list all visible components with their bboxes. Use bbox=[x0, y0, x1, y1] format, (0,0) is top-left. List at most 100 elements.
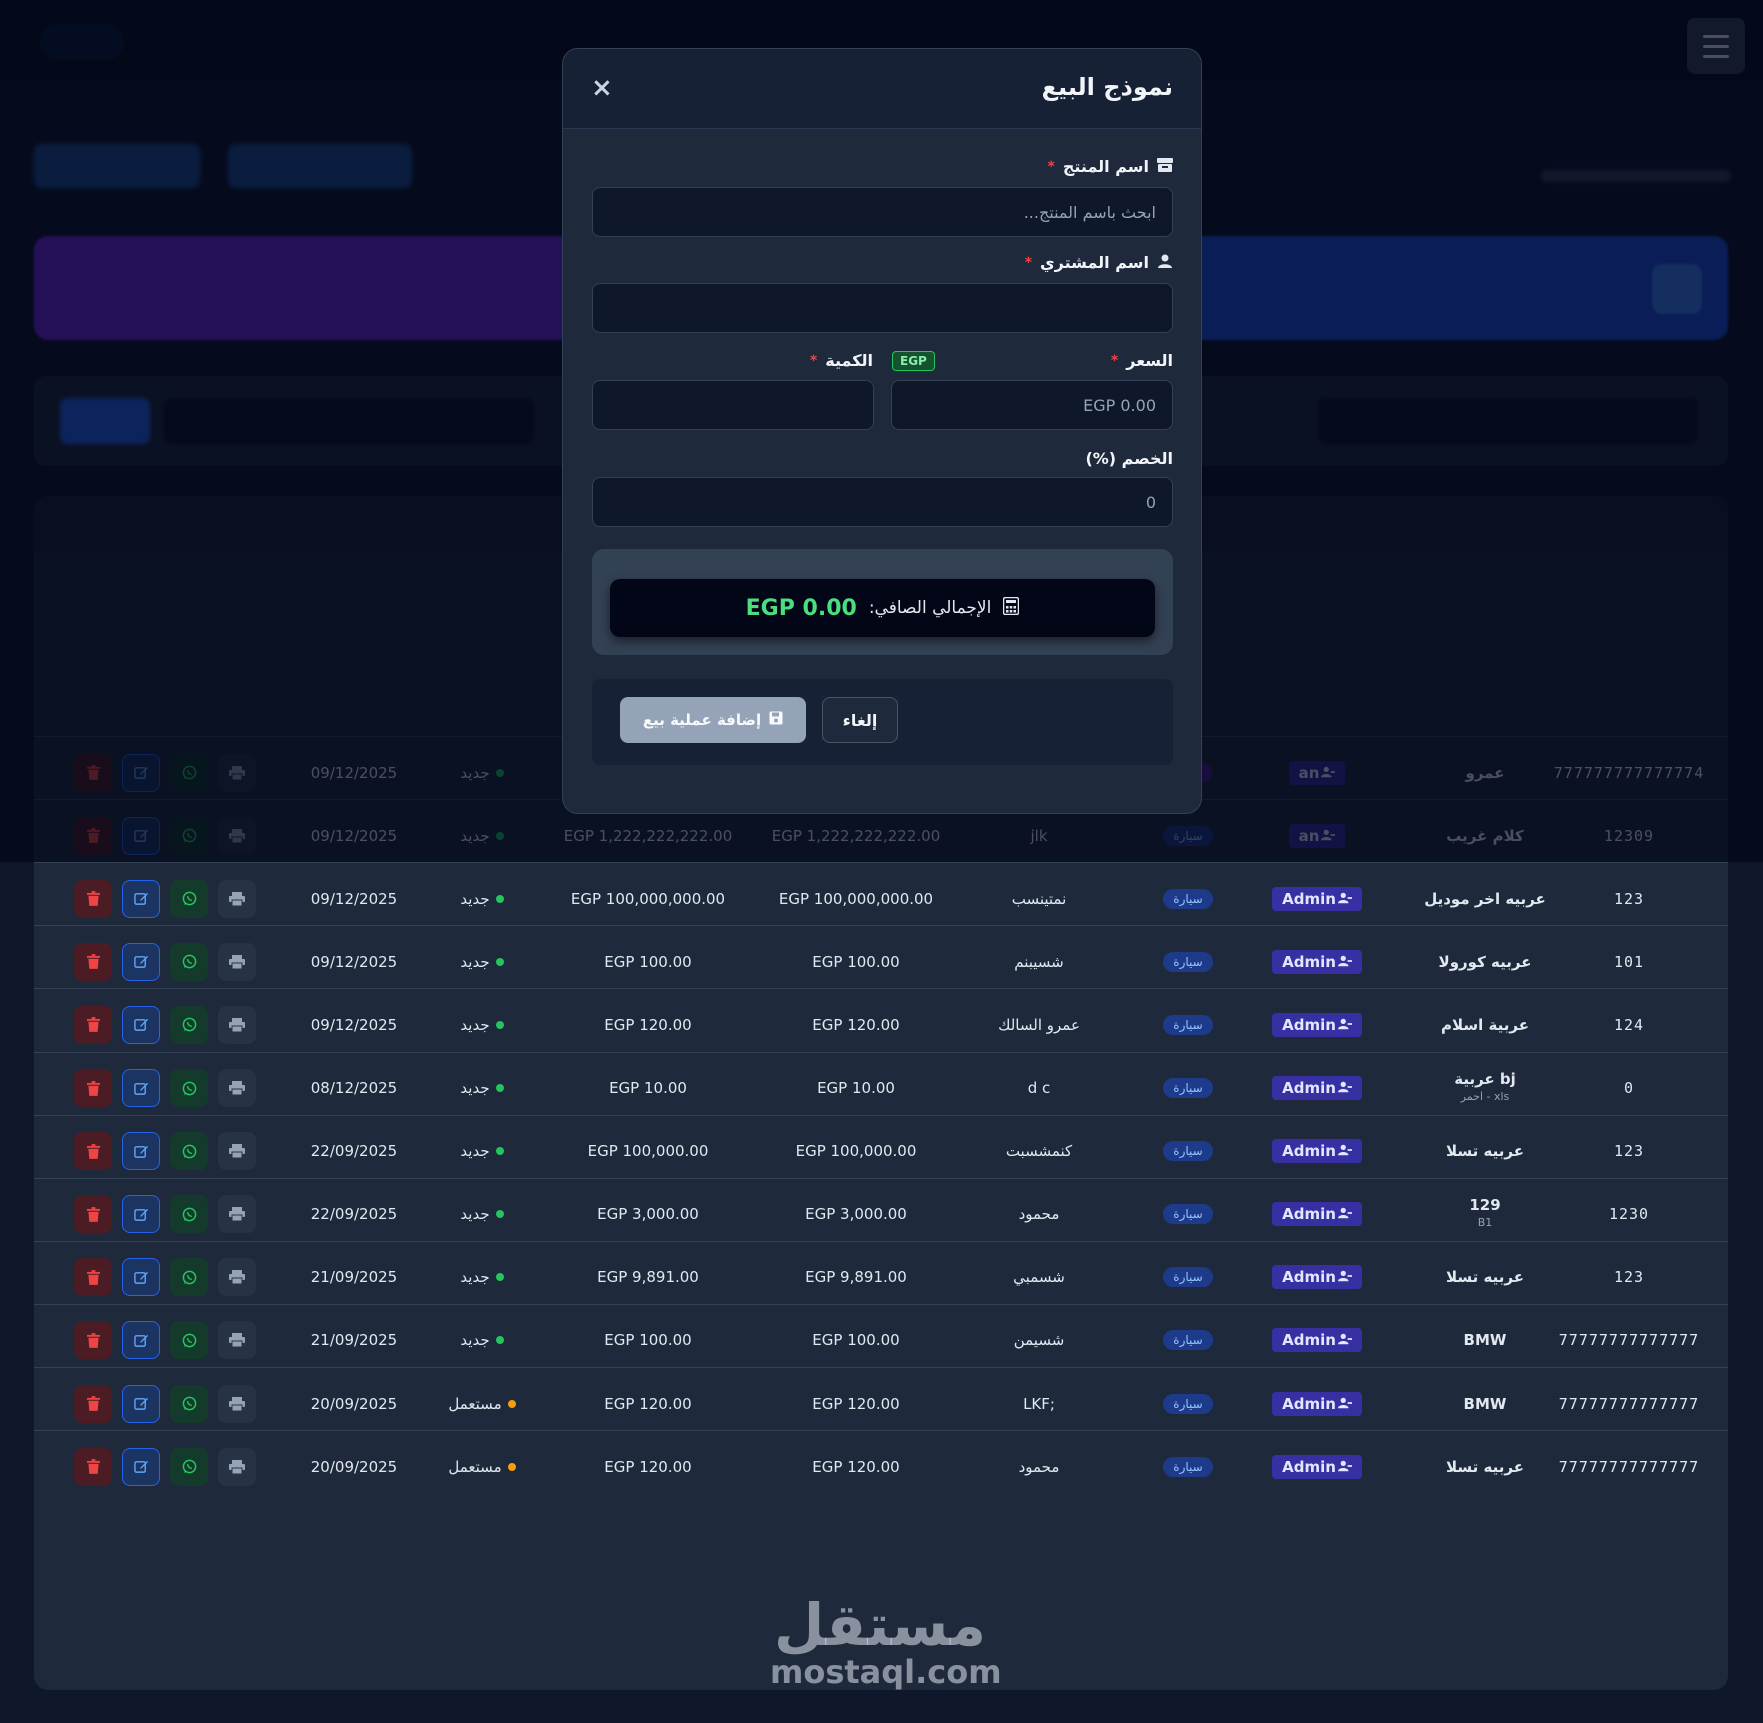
row-sell-price: EGP 100.00 bbox=[604, 1331, 692, 1350]
row-status: جديد bbox=[422, 1305, 542, 1376]
print-button[interactable] bbox=[218, 942, 256, 981]
whatsapp-button[interactable] bbox=[170, 1005, 208, 1044]
whatsapp-button[interactable] bbox=[170, 879, 208, 918]
table-row: 1230 129 B1 Admin سيارة محمود EGP 3,000.00 EGP … bbox=[34, 1177, 1728, 1249]
whatsapp-icon bbox=[182, 891, 196, 906]
row-type: سيارة bbox=[1128, 1242, 1248, 1313]
delete-button[interactable] bbox=[74, 1321, 112, 1360]
users-icon bbox=[1157, 253, 1173, 272]
whatsapp-button[interactable] bbox=[170, 1069, 208, 1107]
row-date: 08/12/2025 bbox=[310, 1079, 398, 1097]
delete-button[interactable] bbox=[74, 1005, 112, 1044]
delete-button[interactable] bbox=[74, 879, 112, 918]
row-sell-price: EGP 120.00 bbox=[604, 1394, 692, 1413]
row-user: Admin bbox=[1252, 1431, 1382, 1502]
delete-button[interactable] bbox=[74, 1132, 112, 1171]
whatsapp-button[interactable] bbox=[170, 1258, 208, 1297]
row-actions bbox=[74, 1368, 294, 1439]
delete-button[interactable] bbox=[74, 1384, 112, 1423]
discount-label: الخصم (%) bbox=[1085, 449, 1173, 468]
trash-icon bbox=[86, 1459, 100, 1475]
print-button[interactable] bbox=[218, 879, 256, 918]
delete-button[interactable] bbox=[74, 1195, 112, 1234]
edit-icon bbox=[133, 1208, 148, 1221]
edit-button[interactable] bbox=[122, 942, 160, 981]
delete-button[interactable] bbox=[74, 1258, 112, 1297]
whatsapp-icon bbox=[182, 954, 196, 969]
edit-button[interactable] bbox=[122, 879, 160, 918]
print-button[interactable] bbox=[218, 1005, 256, 1044]
table-row: 77777777777777 عربيه تسلا Admin سيارة محمود E… bbox=[34, 1430, 1728, 1501]
whatsapp-button[interactable] bbox=[170, 1447, 208, 1486]
print-button[interactable] bbox=[218, 1132, 256, 1171]
close-icon[interactable]: × bbox=[591, 75, 613, 101]
delete-button[interactable] bbox=[74, 1447, 112, 1486]
buyer-name-input[interactable] bbox=[592, 283, 1173, 333]
row-actions bbox=[74, 1053, 294, 1124]
row-sell-price: EGP 120.00 bbox=[604, 1015, 692, 1034]
status-text: جديد bbox=[460, 889, 490, 908]
item-name-text: عربية اسلام bbox=[1441, 1015, 1529, 1034]
discount-input[interactable]: 0 bbox=[592, 477, 1173, 527]
delete-button[interactable] bbox=[74, 1069, 112, 1107]
edit-button[interactable] bbox=[122, 1132, 160, 1171]
type-badge: سيارة bbox=[1163, 888, 1213, 909]
status-dot-icon bbox=[495, 1336, 504, 1345]
whatsapp-button[interactable] bbox=[170, 1384, 208, 1423]
edit-icon bbox=[133, 893, 148, 906]
add-sale-button[interactable]: إضافة عملية بيع bbox=[620, 697, 806, 743]
print-button[interactable] bbox=[218, 1384, 256, 1423]
edit-button[interactable] bbox=[122, 1384, 160, 1423]
edit-button[interactable] bbox=[122, 1447, 160, 1486]
whatsapp-button[interactable] bbox=[170, 1132, 208, 1171]
user-icon bbox=[1337, 953, 1352, 971]
edit-button[interactable] bbox=[122, 1069, 160, 1107]
row-user: Admin bbox=[1252, 989, 1382, 1060]
printer-icon bbox=[229, 1081, 245, 1095]
user-icon bbox=[1337, 1142, 1352, 1160]
quantity-input[interactable] bbox=[592, 380, 874, 430]
edit-button[interactable] bbox=[122, 1321, 160, 1360]
type-badge: سيارة bbox=[1163, 1393, 1213, 1414]
row-sell-price: EGP 100,000,000.00 bbox=[570, 889, 726, 908]
total-panel: الإجمالي الصافي: EGP 0.00 bbox=[592, 549, 1173, 655]
net-total-display: الإجمالي الصافي: EGP 0.00 bbox=[610, 579, 1155, 637]
table-row: 123 عربيه تسلا Admin سيارة شسمبي EGP 9,891.00… bbox=[34, 1240, 1728, 1313]
status-dot-icon bbox=[495, 1273, 504, 1282]
buyer-label: اسم المشتري * bbox=[1025, 253, 1173, 272]
print-button[interactable] bbox=[218, 1069, 256, 1107]
print-button[interactable] bbox=[218, 1195, 256, 1234]
whatsapp-button[interactable] bbox=[170, 1195, 208, 1234]
status-dot-icon bbox=[495, 1147, 504, 1156]
printer-icon bbox=[229, 891, 245, 906]
row-buy-price: EGP 100.00 bbox=[812, 1331, 900, 1350]
type-badge: سيارة bbox=[1163, 1456, 1213, 1477]
price-input[interactable]: EGP 0.00 bbox=[891, 380, 1173, 430]
print-button[interactable] bbox=[218, 1447, 256, 1486]
row-customer: كنمشسبت bbox=[1005, 1142, 1073, 1161]
row-type: سيارة bbox=[1128, 1116, 1248, 1187]
edit-button[interactable] bbox=[122, 1258, 160, 1297]
trash-icon bbox=[86, 891, 100, 907]
row-customer: محمود bbox=[1018, 1205, 1060, 1224]
row-customer: محمود bbox=[1018, 1457, 1060, 1476]
edit-button[interactable] bbox=[122, 1005, 160, 1044]
whatsapp-button[interactable] bbox=[170, 942, 208, 981]
net-total-label: الإجمالي الصافي: bbox=[868, 598, 992, 618]
cancel-button[interactable]: إلغاء bbox=[822, 697, 898, 743]
row-status: جديد bbox=[422, 1242, 542, 1313]
whatsapp-button[interactable] bbox=[170, 1321, 208, 1360]
type-badge: سيارة bbox=[1163, 1204, 1213, 1225]
row-buy-price: EGP 9,891.00 bbox=[805, 1268, 907, 1287]
row-type: سيارة bbox=[1128, 1368, 1248, 1439]
print-button[interactable] bbox=[218, 1258, 256, 1297]
product-search-input[interactable]: ابحث باسم المنتج... bbox=[592, 187, 1173, 237]
delete-button[interactable] bbox=[74, 942, 112, 981]
watermark-latin: mostaql.com bbox=[770, 1653, 1002, 1691]
item-name-text: عربيه اخر موديل bbox=[1424, 889, 1546, 908]
user-name: Admin bbox=[1282, 1331, 1336, 1350]
table-row: 124 عربية اسلام Admin سيارة عمرو السالك EGP 1… bbox=[34, 988, 1728, 1059]
row-date: 21/09/2025 bbox=[310, 1268, 398, 1287]
edit-button[interactable] bbox=[122, 1195, 160, 1234]
print-button[interactable] bbox=[218, 1321, 256, 1360]
